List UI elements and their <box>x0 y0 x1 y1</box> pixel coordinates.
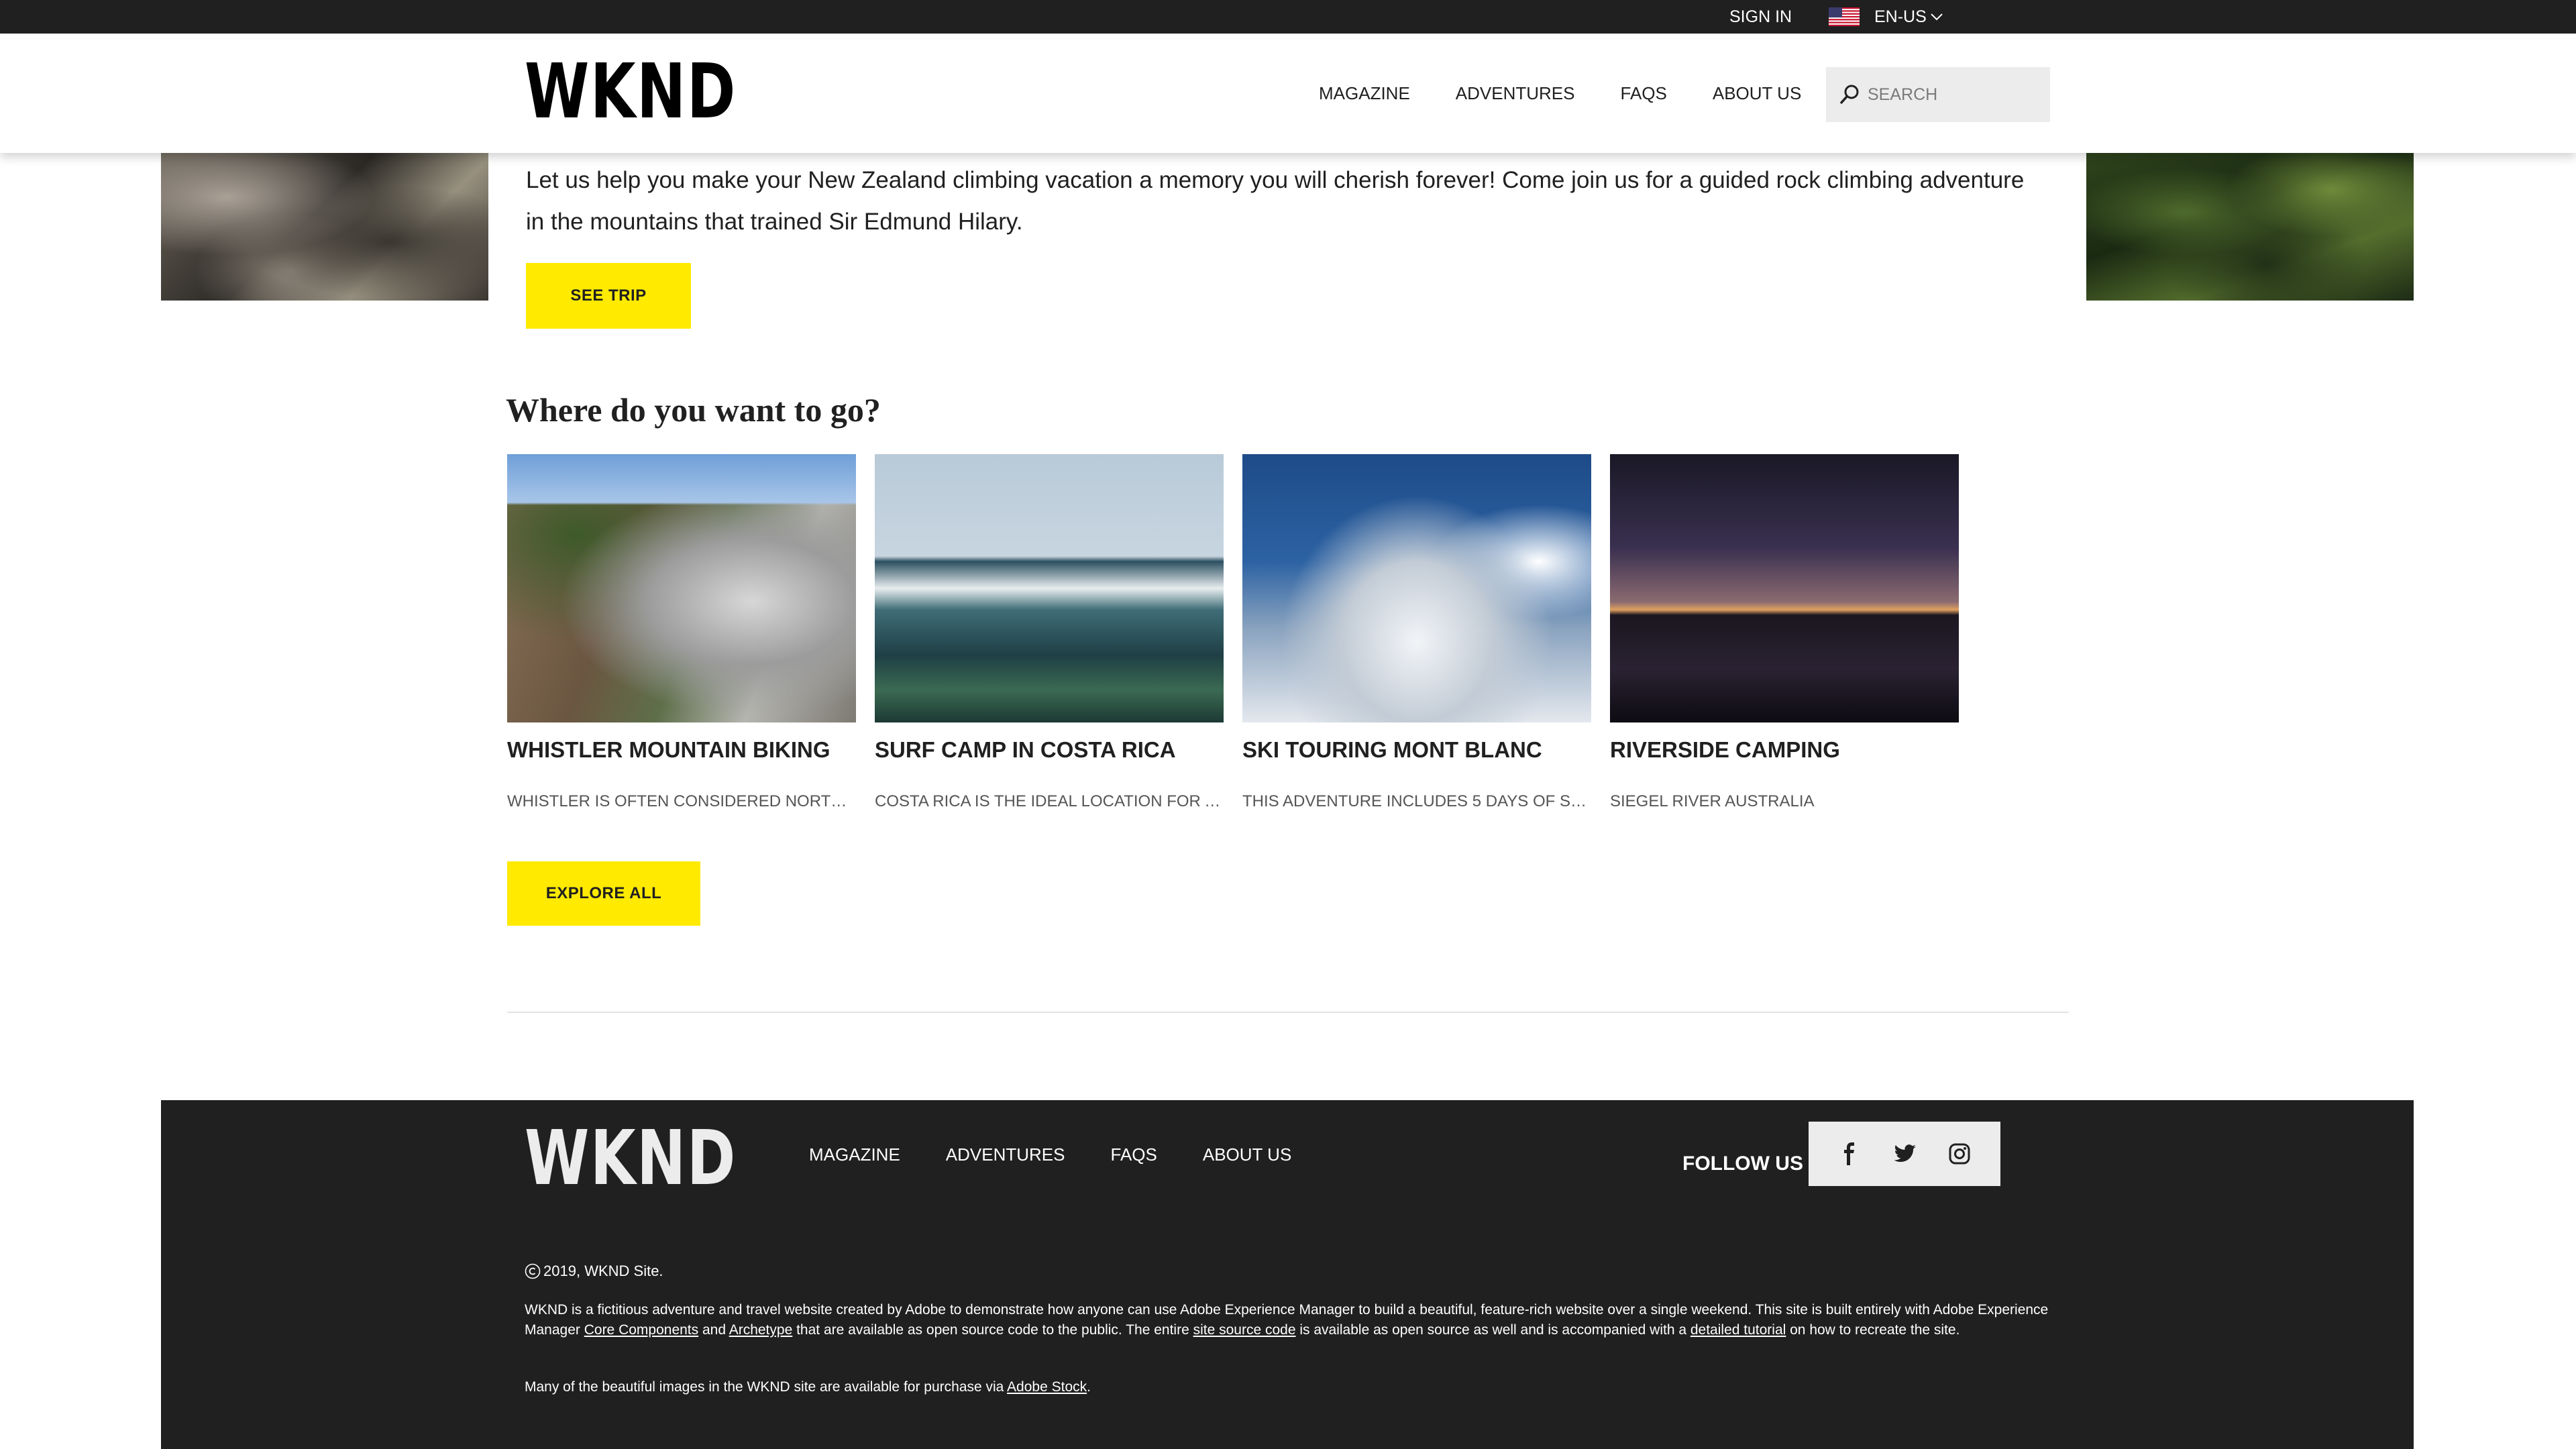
site-footer: WKND MAGAZINE ADVENTURES FAQS ABOUT US F… <box>161 1100 2414 1449</box>
archetype-link[interactable]: Archetype <box>729 1322 793 1338</box>
nav-adventures[interactable]: ADVENTURES <box>1456 83 1575 104</box>
copyright-icon <box>525 1263 541 1279</box>
hero-image-left <box>161 153 488 301</box>
footer-nav-adventures[interactable]: ADVENTURES <box>946 1144 1065 1165</box>
chevron-down-icon[interactable] <box>1929 9 1944 24</box>
language-selector[interactable]: EN-US <box>1874 0 1927 34</box>
copyright-year: 2019, <box>543 1263 581 1279</box>
main-nav: MAGAZINE ADVENTURES FAQS ABOUT US <box>1319 34 1847 153</box>
card-description: WHISTLER IS OFTEN CONSIDERED NORTH AMERI… <box>507 792 856 810</box>
card-description: COSTA RICA IS THE IDEAL LOCATION FOR A S… <box>875 792 1224 810</box>
stock-paragraph: Many of the beautiful images in the WKND… <box>525 1379 1091 1395</box>
search-input[interactable] <box>1868 85 2042 105</box>
footer-nav-magazine[interactable]: MAGAZINE <box>809 1144 900 1165</box>
detailed-tutorial-link[interactable]: detailed tutorial <box>1690 1322 1786 1338</box>
utility-bar: SIGN IN EN-US <box>0 0 2576 34</box>
footer-nav: MAGAZINE ADVENTURES FAQS ABOUT US <box>809 1118 1337 1191</box>
site-source-code-link[interactable]: site source code <box>1193 1322 1296 1338</box>
instagram-icon[interactable] <box>1946 1140 1973 1167</box>
footer-wknd-logo[interactable]: WKND <box>525 1121 737 1196</box>
social-links <box>1809 1122 2000 1186</box>
explore-all-button[interactable]: EXPLORE ALL <box>507 861 700 926</box>
destination-cards: WHISTLER MOUNTAIN BIKING WHISTLER IS OFT… <box>507 454 1978 811</box>
wknd-logo[interactable]: WKND <box>525 54 737 129</box>
destination-card[interactable]: WHISTLER MOUNTAIN BIKING WHISTLER IS OFT… <box>507 454 856 811</box>
copyright: 2019, WKND Site. <box>525 1263 663 1280</box>
card-description: THIS ADVENTURE INCLUDES 5 DAYS OF SKI TO… <box>1242 792 1591 810</box>
riverside-sunset-photo[interactable] <box>1610 454 1959 722</box>
card-description: SIEGEL RIVER AUSTRALIA <box>1610 792 1815 810</box>
footer-nav-about-us[interactable]: ABOUT US <box>1203 1144 1291 1165</box>
destination-card[interactable]: RIVERSIDE CAMPING SIEGEL RIVER AUSTRALIA <box>1610 454 1959 811</box>
search-icon <box>1839 85 1859 105</box>
surfing-photo[interactable] <box>875 454 1224 722</box>
adobe-stock-link[interactable]: Adobe Stock <box>1007 1379 1087 1395</box>
destinations-heading: Where do you want to go? <box>506 391 881 429</box>
section-divider <box>507 1012 2069 1013</box>
about-paragraph: WKND is a fictitious adventure and trave… <box>525 1302 2049 1338</box>
snowy-mountain-photo[interactable] <box>1242 454 1591 722</box>
twitter-icon[interactable] <box>1891 1140 1918 1167</box>
destination-card[interactable]: SURF CAMP IN COSTA RICA COSTA RICA IS TH… <box>875 454 1224 811</box>
facebook-icon[interactable] <box>1836 1140 1863 1167</box>
nav-magazine[interactable]: MAGAZINE <box>1319 83 1410 104</box>
follow-us-label: FOLLOW US <box>1682 1152 1803 1175</box>
search-box[interactable] <box>1826 67 2050 122</box>
core-components-link[interactable]: Core Components <box>584 1322 698 1338</box>
us-flag-icon[interactable] <box>1829 7 1860 26</box>
site-header: WKND MAGAZINE ADVENTURES FAQS ABOUT US <box>0 34 2576 153</box>
card-title[interactable]: RIVERSIDE CAMPING <box>1610 737 1959 763</box>
nav-faqs[interactable]: FAQS <box>1621 83 1667 104</box>
see-trip-button[interactable]: SEE TRIP <box>526 263 691 329</box>
mountain-biking-photo[interactable] <box>507 454 856 722</box>
destination-card[interactable]: SKI TOURING MONT BLANC THIS ADVENTURE IN… <box>1242 454 1591 811</box>
card-title[interactable]: WHISTLER MOUNTAIN BIKING <box>507 737 856 763</box>
hero-description: Let us help you make your New Zealand cl… <box>526 167 2025 235</box>
card-title[interactable]: SURF CAMP IN COSTA RICA <box>875 737 1224 763</box>
sign-in-link[interactable]: SIGN IN <box>1729 0 1792 34</box>
nav-about-us[interactable]: ABOUT US <box>1713 83 1801 104</box>
footer-nav-faqs[interactable]: FAQS <box>1111 1144 1157 1165</box>
card-title[interactable]: SKI TOURING MONT BLANC <box>1242 737 1591 763</box>
copyright-site: WKND Site. <box>584 1263 663 1279</box>
hero-image-right <box>2086 153 2414 301</box>
